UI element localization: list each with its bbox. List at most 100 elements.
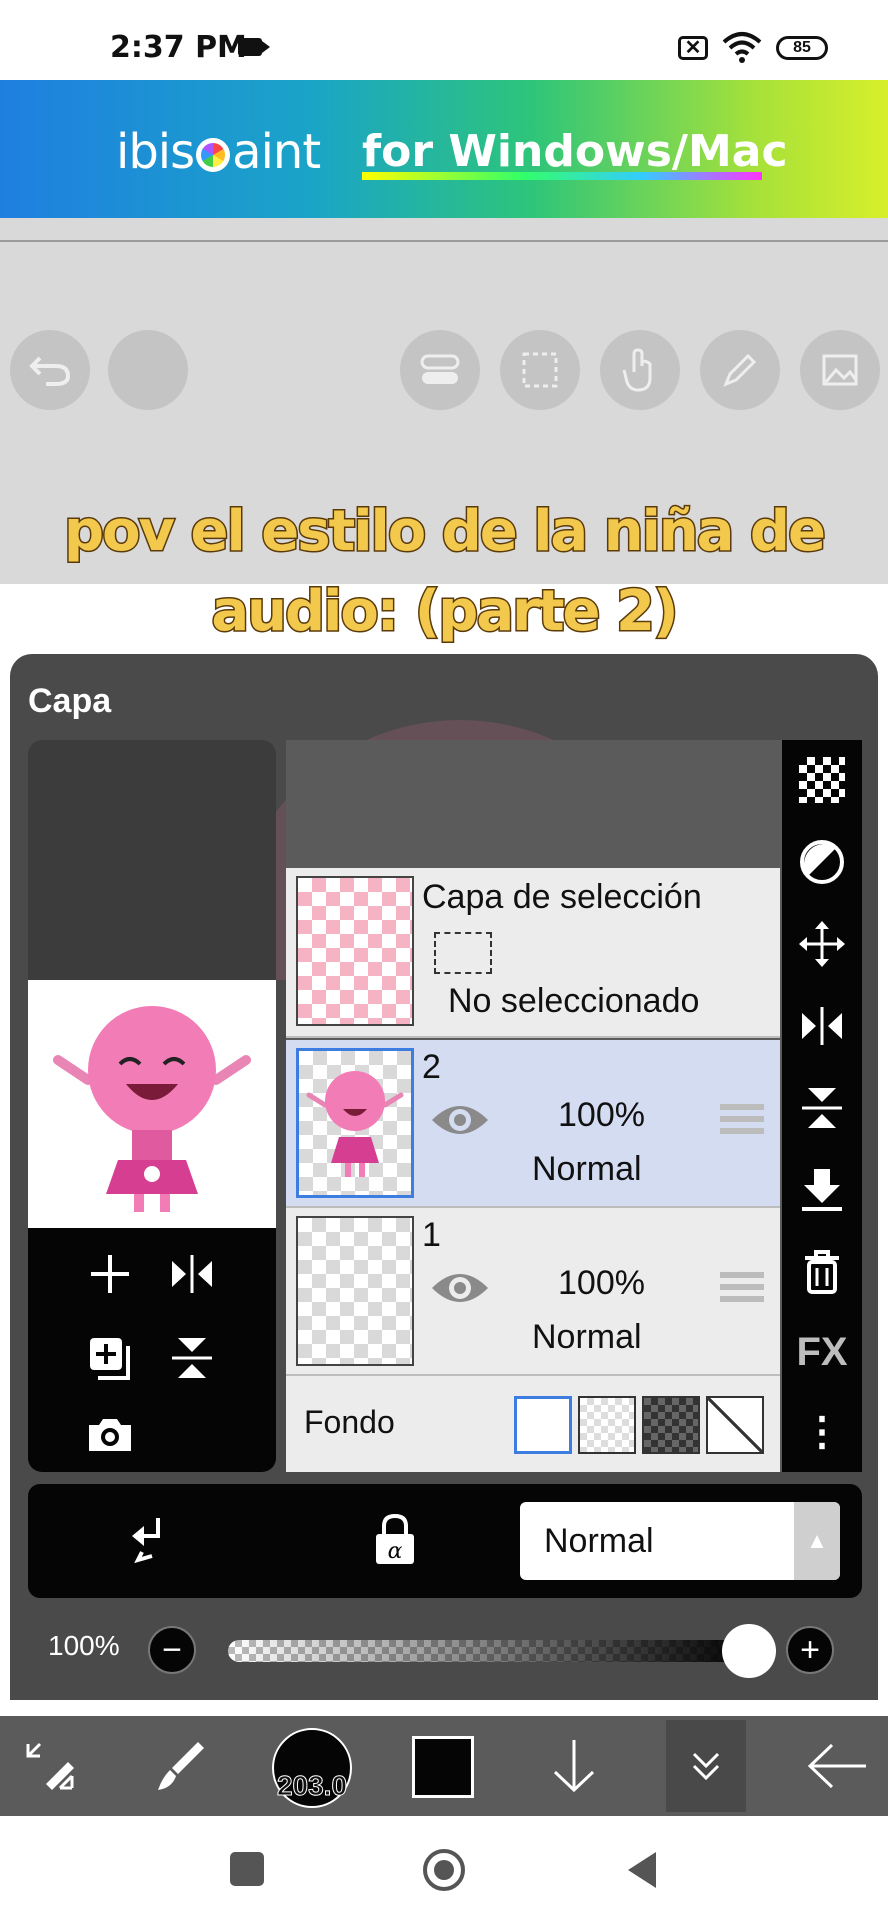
selection-layer-row[interactable]: Capa de selección No seleccionado [286,868,780,1038]
transparency-button[interactable] [782,748,862,812]
brand-right: aint [232,124,321,180]
add-layer-button[interactable] [82,1246,138,1302]
transparency-icon [799,757,845,803]
background-dark-swatch[interactable] [642,1396,700,1454]
mute-icon: ✕ [678,36,708,60]
collapse-button[interactable] [666,1720,746,1812]
selection-layer-name: Capa de selección [422,878,702,916]
pen-icon [723,353,757,387]
image-button[interactable] [800,330,880,410]
battery-indicator: 85 [776,36,828,60]
fx-button[interactable]: FX [782,1320,862,1384]
banner-tagline: for Windows/Mac [362,126,788,177]
eye-icon[interactable] [430,1266,490,1310]
status-time: 2:37 PM [110,30,247,65]
trash-icon [805,1250,839,1294]
camera-button[interactable] [82,1406,138,1462]
color-swatch[interactable] [412,1736,474,1798]
layer-name: 2 [422,1048,441,1086]
hand-icon [622,348,652,392]
ibispaint-logo: ibis aint [116,124,321,180]
canvas-thumbnail[interactable] [28,980,276,1228]
layer-action-tools [28,1228,276,1472]
flip-vertical-side-button[interactable] [782,1076,862,1140]
layer-row[interactable]: 1 100% Normal [286,1208,780,1376]
undo-icon [29,356,71,386]
back-button[interactable] [788,1716,888,1816]
brand-left: ibis [116,124,195,180]
layer-opacity: 100% [558,1096,645,1134]
layer-thumbnail [296,1216,414,1366]
more-button[interactable]: ⋮ [782,1400,862,1464]
delete-layer-button[interactable] [782,1240,862,1304]
video-caption: pov el estilo de la niña de audio: (part… [40,492,848,652]
layer-down-button[interactable] [524,1716,624,1816]
merge-down-button[interactable] [782,1158,862,1222]
undo-button[interactable] [10,330,90,410]
pen-button[interactable] [700,330,780,410]
background-label: Fondo [304,1404,395,1440]
eye-icon[interactable] [430,1098,490,1142]
layer-thumbnail [296,1048,414,1198]
selection-status: No seleccionado [448,982,700,1020]
svg-text:α: α [388,1539,403,1564]
layer-blend-mode: Normal [532,1318,642,1356]
flip-horizontal-side-button[interactable] [782,994,862,1058]
toggle-button[interactable] [400,330,480,410]
opacity-decrease-button[interactable]: − [148,1626,196,1674]
brush-size-value: 203.0 [276,1770,348,1802]
duplicate-layer-button[interactable] [82,1330,138,1386]
flip-vertical-button[interactable] [164,1330,220,1386]
alpha-lock-icon: α [376,1513,414,1564]
flip-horizontal-button[interactable] [164,1246,220,1302]
recents-button[interactable] [230,1852,264,1886]
select-icon [522,352,558,388]
selection-marquee-icon [434,932,492,974]
background-none-swatch[interactable] [706,1396,764,1454]
menu-button[interactable] [108,330,188,410]
home-button[interactable] [420,1846,468,1894]
move-icon [799,921,845,967]
brush-tool-button[interactable] [130,1716,230,1816]
background-transparent-swatch[interactable] [578,1396,636,1454]
invert-button[interactable] [782,830,862,894]
layer-blend-mode: Normal [532,1150,642,1188]
clipping-icon [132,1518,160,1564]
alpha-lock-button[interactable]: α [372,1512,418,1566]
background-row: Fondo [286,1376,780,1472]
move-button[interactable] [782,912,862,976]
drag-handle-icon[interactable] [720,1104,764,1138]
flip-horizontal-icon [172,1255,212,1293]
opacity-slider[interactable] [228,1640,752,1662]
collapse-icon [692,1752,720,1781]
layer-name: 1 [422,1216,441,1254]
selection-layer-thumbnail [296,876,414,1026]
canvas-thumbnail-top [28,740,276,980]
transform-icon [26,1742,74,1790]
flip-vertical-icon [802,1088,842,1128]
character-layer-thumbnail [306,1071,404,1177]
palette-icon [196,138,231,172]
clipping-button[interactable] [128,1514,178,1564]
select-button[interactable] [500,330,580,410]
camera-icon [238,38,270,56]
blend-mode-arrow-icon[interactable]: ▲ [794,1502,840,1580]
toggle-icon [420,354,460,384]
layer-opacity: 100% [558,1264,645,1302]
hand-button[interactable] [600,330,680,410]
layer-row[interactable]: 2 100% Normal [286,1040,780,1208]
panel-title: Capa [28,682,112,720]
image-icon [822,354,858,386]
camera-icon [89,1419,131,1451]
layer-opacity-value: 100% [48,1630,120,1661]
opacity-increase-button[interactable]: + [786,1626,834,1674]
character-thumbnail [53,1006,251,1212]
opacity-slider-knob[interactable] [722,1624,776,1678]
nav-back-button[interactable] [624,1850,660,1890]
back-arrow-icon [807,1743,866,1789]
drag-handle-icon[interactable] [720,1272,764,1306]
merge-down-icon [802,1169,842,1211]
transform-tool-button[interactable] [0,1716,100,1816]
blend-mode-select[interactable]: Normal [520,1502,840,1580]
background-white-swatch[interactable] [514,1396,572,1454]
